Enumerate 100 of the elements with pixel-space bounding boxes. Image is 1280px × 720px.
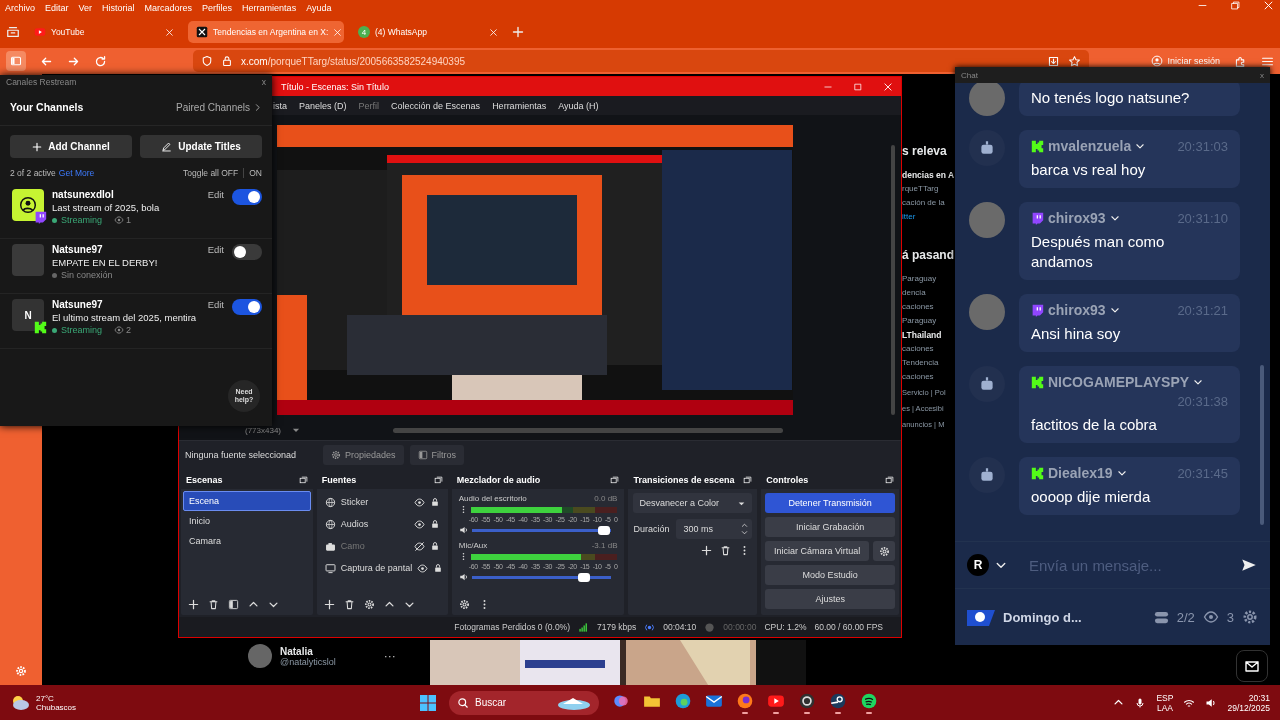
viewer-count: 3 bbox=[1226, 609, 1234, 625]
author-handle: @natalyticslol bbox=[280, 656, 336, 667]
cpu-usage: CPU: 1.2% bbox=[764, 622, 807, 632]
control-button[interactable]: Detener Transmisión bbox=[765, 493, 895, 513]
control-button[interactable]: Iniciar Grabación bbox=[765, 517, 895, 537]
channel-avatar: N bbox=[12, 299, 44, 331]
language-indicator[interactable]: ESP LAA bbox=[1156, 692, 1174, 713]
author-name: mvalenzuela bbox=[1048, 138, 1132, 154]
source-status-text: Ninguna fuente seleccionad bbox=[185, 450, 298, 460]
message-text: Ansi hina soy bbox=[1031, 324, 1122, 344]
page-text: rqueTTarg bbox=[902, 183, 940, 195]
page-text: caciones bbox=[902, 343, 935, 355]
tab-badge: 4 bbox=[358, 26, 370, 38]
menu-item[interactable]: ista bbox=[273, 100, 287, 111]
page-text: caciones bbox=[902, 301, 935, 313]
author-name: NICOGAMEPLAYSPY bbox=[1048, 374, 1190, 390]
link-text[interactable]: itter bbox=[902, 210, 955, 224]
viewer-count: 2 bbox=[126, 325, 132, 335]
menu-item[interactable]: Editar bbox=[45, 3, 69, 13]
source-item[interactable]: Audios bbox=[318, 513, 446, 535]
author-name: chirox93 bbox=[1048, 302, 1106, 318]
properties-button[interactable]: Propiedades bbox=[323, 445, 404, 465]
channel-name: Natsune97 bbox=[52, 299, 104, 310]
account-avatar[interactable]: R bbox=[967, 554, 989, 576]
menu-item[interactable]: Archivo bbox=[5, 3, 35, 13]
toggle-all-off-button[interactable]: Toggle all OFF bbox=[182, 168, 239, 178]
address-bar[interactable]: x.com/porqueTTarg/status/2005663582524940395 bbox=[193, 50, 1089, 72]
duration-label: Duración bbox=[633, 524, 670, 534]
page-text: caciones bbox=[902, 371, 935, 383]
duration-field[interactable]: 300 ms bbox=[675, 519, 753, 539]
scene-item[interactable]: Inicio bbox=[183, 511, 311, 531]
browser-tab[interactable]: 4 (4) WhatsApp bbox=[350, 21, 506, 43]
menu-item[interactable]: Historial bbox=[102, 3, 135, 13]
fps-reading: 60.00 / 60.00 FPS bbox=[814, 622, 883, 632]
status-text: Streaming bbox=[61, 215, 103, 225]
page-text: dencias en A bbox=[902, 169, 955, 182]
channel-count: 2/2 bbox=[1176, 609, 1195, 625]
source-item[interactable]: Captura de pantal bbox=[318, 557, 446, 579]
transition-dropdown[interactable]: Desvanecer a Color bbox=[633, 493, 753, 513]
dock-title: Fuentes bbox=[321, 475, 357, 485]
menu-item[interactable]: Perfiles bbox=[202, 3, 233, 13]
toggle-all-on-button[interactable]: ON bbox=[249, 168, 262, 178]
paired-channels-link[interactable]: Paired Channels bbox=[176, 101, 262, 113]
author-name: Natalia bbox=[280, 645, 314, 657]
more-button[interactable]: ··· bbox=[383, 649, 396, 663]
page-text: cación de la bbox=[902, 197, 946, 209]
control-button[interactable]: Modo Estudio bbox=[765, 565, 895, 585]
message-text: Después man como andamos bbox=[1031, 232, 1166, 272]
page-text: á pasand bbox=[902, 248, 955, 262]
page-text: s releva bbox=[902, 144, 948, 158]
window-title: Título - Escenas: Sin Título bbox=[281, 81, 389, 92]
menu-item[interactable]: Ayuda (H) bbox=[558, 100, 599, 111]
page-text: LThailand bbox=[902, 329, 943, 342]
filters-button[interactable]: Filtros bbox=[409, 445, 465, 465]
menu-item[interactable]: Marcadores bbox=[144, 3, 193, 13]
edit-link[interactable]: Edit bbox=[207, 244, 224, 255]
dock-title: Mezclador de audio bbox=[456, 475, 541, 485]
stream-title: EMPATE EN EL DERBY! bbox=[52, 257, 159, 268]
scene-item[interactable]: Escena bbox=[183, 491, 311, 511]
add-channel-button[interactable]: Add Channel bbox=[10, 135, 132, 158]
message-text: factitos de la cobra bbox=[1031, 415, 1158, 435]
menu-item[interactable]: Paneles (D) bbox=[299, 100, 347, 111]
panel-title: Canales Restream bbox=[6, 77, 77, 87]
record-time: 00:00:00 bbox=[723, 622, 757, 632]
menu-item[interactable]: Colección de Escenas bbox=[391, 100, 481, 111]
author-name: chirox93 bbox=[1048, 210, 1106, 226]
active-count: 2 of 2 active bbox=[10, 168, 56, 178]
dropped-frames: Fotogramas Perdidos 0 (0.0%) bbox=[454, 622, 570, 632]
channel-name: Audio del escritorio bbox=[458, 494, 527, 503]
window-title: Chat bbox=[961, 70, 978, 80]
bitrate: 7179 kbps bbox=[597, 622, 637, 632]
menu-item[interactable]: Ver bbox=[78, 3, 93, 13]
page-text: Tendencia bbox=[902, 357, 940, 369]
status-text: Streaming bbox=[61, 325, 103, 335]
dock-title: Controles bbox=[766, 475, 809, 485]
update-titles-button[interactable]: Update Titles bbox=[140, 135, 262, 158]
dock-title: Escenas bbox=[186, 475, 223, 485]
menu-item[interactable]: Herramientas bbox=[242, 3, 297, 13]
control-button[interactable]: Iniciar Cámara Virtual bbox=[765, 541, 869, 561]
edit-link[interactable]: Edit bbox=[207, 189, 224, 200]
dock-title: Transiciones de escena bbox=[633, 475, 735, 485]
canvas-size: (773x434) bbox=[245, 425, 282, 435]
stream-name: Domingo d... bbox=[1003, 609, 1083, 625]
url-text: x.com/porqueTTarg/status/2005663582524940395 bbox=[241, 55, 466, 67]
get-more-link[interactable]: Get More bbox=[58, 168, 95, 178]
edit-link[interactable]: Edit bbox=[207, 299, 224, 310]
close-button[interactable]: x bbox=[261, 77, 266, 87]
channel-name: Mic/Aux bbox=[458, 541, 488, 550]
message-text: oooop dije mierda bbox=[1031, 487, 1152, 507]
clock[interactable]: 20:31 29/12/2025 bbox=[1227, 692, 1270, 713]
stream-time: 00:04:10 bbox=[663, 622, 697, 632]
scene-item[interactable]: Camara bbox=[183, 531, 311, 551]
source-item[interactable]: Sticker bbox=[318, 491, 446, 513]
menu-item[interactable]: Herramientas bbox=[492, 100, 547, 111]
control-button[interactable]: Ajustes bbox=[765, 589, 895, 609]
message-text: barca vs real hoy bbox=[1031, 160, 1147, 180]
search-field[interactable]: Buscar bbox=[449, 690, 599, 715]
menu-item[interactable]: Ayuda bbox=[306, 3, 332, 13]
browser-tab[interactable]: YouTube bbox=[26, 21, 182, 43]
close-button[interactable]: x bbox=[1260, 70, 1264, 80]
